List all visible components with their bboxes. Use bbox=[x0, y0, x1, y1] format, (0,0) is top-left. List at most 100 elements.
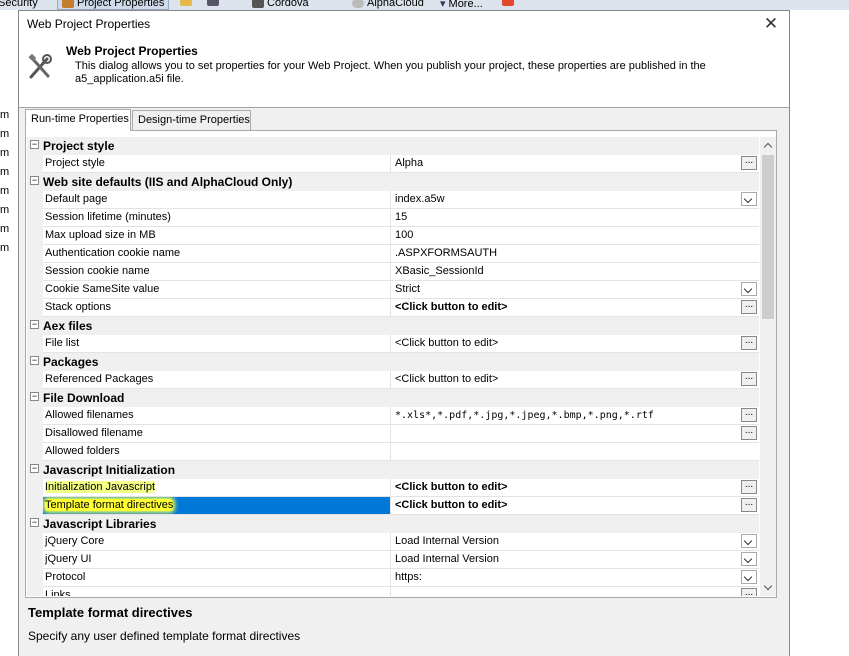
dropdown-chevron-icon[interactable] bbox=[741, 552, 757, 566]
property-row[interactable]: Allowed folders bbox=[27, 443, 759, 461]
property-name[interactable]: File list bbox=[43, 335, 391, 352]
property-name[interactable]: Initialization Javascript bbox=[43, 479, 391, 496]
category-row[interactable]: − File Download bbox=[27, 389, 759, 407]
ellipsis-edit-button[interactable]: ... bbox=[741, 372, 757, 386]
collapse-icon[interactable]: − bbox=[30, 392, 39, 401]
collapse-icon[interactable]: − bbox=[30, 140, 39, 149]
collapse-icon[interactable]: − bbox=[30, 464, 39, 473]
property-value[interactable]: <Click button to edit> bbox=[393, 335, 759, 352]
property-name[interactable]: Default page bbox=[43, 191, 391, 208]
property-value[interactable]: <Click button to edit> bbox=[393, 497, 759, 514]
ellipsis-edit-button[interactable]: ... bbox=[741, 480, 757, 494]
property-value[interactable]: https: bbox=[393, 569, 759, 586]
property-name[interactable]: Referenced Packages bbox=[43, 371, 391, 388]
dropdown-chevron-icon[interactable] bbox=[741, 192, 757, 206]
property-name[interactable]: Allowed filenames bbox=[43, 407, 391, 424]
category-row[interactable]: − Project style bbox=[27, 137, 759, 155]
scroll-thumb[interactable] bbox=[762, 155, 774, 319]
dropdown-chevron-icon[interactable] bbox=[741, 534, 757, 548]
collapse-icon[interactable]: − bbox=[30, 320, 39, 329]
property-value[interactable]: .ASPXFORMSAUTH bbox=[393, 245, 759, 262]
category-row[interactable]: − Packages bbox=[27, 353, 759, 371]
property-value[interactable]: XBasic_SessionId bbox=[393, 263, 759, 280]
property-name[interactable]: Stack options bbox=[43, 299, 391, 316]
property-name[interactable]: jQuery Core bbox=[43, 533, 391, 550]
property-grid[interactable]: − Project style Project style Alpha... − Web … bbox=[27, 137, 759, 596]
property-name[interactable]: Template format directives bbox=[43, 497, 391, 514]
property-row[interactable]: File list <Click button to edit>... bbox=[27, 335, 759, 353]
ellipsis-edit-button[interactable]: ... bbox=[741, 336, 757, 350]
category-row[interactable]: − Web site defaults (IIS and AlphaCloud O… bbox=[27, 173, 759, 191]
property-row[interactable]: Max upload size in MB 100 bbox=[27, 227, 759, 245]
dropdown-chevron-icon[interactable] bbox=[741, 282, 757, 296]
cordova-button[interactable]: Cordova bbox=[252, 0, 309, 9]
property-name[interactable]: Max upload size in MB bbox=[43, 227, 391, 244]
vertical-scrollbar[interactable] bbox=[760, 137, 776, 596]
property-value[interactable]: *.xls*,*.pdf,*.jpg,*.jpeg,*.bmp,*.png,*.… bbox=[393, 407, 759, 424]
property-value[interactable]: <Click button to edit> bbox=[393, 479, 759, 496]
collapse-icon[interactable]: − bbox=[30, 176, 39, 185]
property-value[interactable]: Alpha bbox=[393, 155, 759, 172]
property-row[interactable]: Referenced Packages <Click button to edit… bbox=[27, 371, 759, 389]
property-name[interactable]: Cookie SameSite value bbox=[43, 281, 391, 298]
property-name[interactable]: jQuery UI bbox=[43, 551, 391, 568]
property-row[interactable]: jQuery UI Load Internal Version bbox=[27, 551, 759, 569]
property-name[interactable]: Session lifetime (minutes) bbox=[43, 209, 391, 226]
property-row[interactable]: Stack options <Click button to edit>... bbox=[27, 299, 759, 317]
property-name[interactable]: Session cookie name bbox=[43, 263, 391, 280]
scroll-up-icon[interactable] bbox=[760, 137, 776, 153]
tab-designtime-properties[interactable]: Design-time Properties bbox=[132, 110, 251, 130]
category-row[interactable]: − Javascript Libraries bbox=[27, 515, 759, 533]
property-name[interactable]: Links bbox=[43, 587, 391, 596]
category-row[interactable]: − Aex files bbox=[27, 317, 759, 335]
property-value[interactable]: index.a5w bbox=[393, 191, 759, 208]
category-row[interactable]: − Javascript Initialization bbox=[27, 461, 759, 479]
tab-runtime-properties[interactable]: Run-time Properties bbox=[25, 109, 131, 131]
property-value[interactable]: Load Internal Version bbox=[393, 533, 759, 550]
dropdown-chevron-icon[interactable] bbox=[741, 570, 757, 584]
ellipsis-edit-button[interactable]: ... bbox=[741, 498, 757, 512]
property-name[interactable]: Disallowed filename bbox=[43, 425, 391, 442]
property-value[interactable]: 100 bbox=[393, 227, 759, 244]
property-row[interactable]: Links... bbox=[27, 587, 759, 596]
property-row[interactable]: Allowed filenames *.xls*,*.pdf,*.jpg,*.jp… bbox=[27, 407, 759, 425]
alphacloud-button[interactable]: AlphaCloud bbox=[352, 0, 424, 9]
property-row[interactable]: Template format directives <Click button … bbox=[27, 497, 759, 515]
collapse-icon[interactable]: − bbox=[30, 356, 39, 365]
ellipsis-edit-button[interactable]: ... bbox=[741, 156, 757, 170]
property-row[interactable]: Initialization Javascript <Click button t… bbox=[27, 479, 759, 497]
property-row[interactable]: Protocol https: bbox=[27, 569, 759, 587]
property-name[interactable]: Protocol bbox=[43, 569, 391, 586]
printer-icon[interactable] bbox=[207, 0, 219, 6]
property-value[interactable]: <Click button to edit> bbox=[393, 371, 759, 388]
property-row[interactable]: Cookie SameSite value Strict bbox=[27, 281, 759, 299]
property-row[interactable]: Project style Alpha... bbox=[27, 155, 759, 173]
ellipsis-edit-button[interactable]: ... bbox=[741, 588, 757, 596]
property-value[interactable] bbox=[393, 425, 759, 442]
property-row[interactable]: jQuery Core Load Internal Version bbox=[27, 533, 759, 551]
scroll-down-icon[interactable] bbox=[760, 580, 776, 596]
property-row[interactable]: Default page index.a5w bbox=[27, 191, 759, 209]
property-value[interactable]: Load Internal Version bbox=[393, 551, 759, 568]
project-properties-tab[interactable]: Project Properties bbox=[57, 0, 170, 10]
folder-icon[interactable] bbox=[180, 0, 192, 6]
property-value[interactable] bbox=[393, 443, 759, 460]
property-row[interactable]: Session lifetime (minutes) 15 bbox=[27, 209, 759, 227]
property-row[interactable]: Authentication cookie name .ASPXFORMSAUTH bbox=[27, 245, 759, 263]
property-name[interactable]: Allowed folders bbox=[43, 443, 391, 460]
property-row[interactable]: Session cookie name XBasic_SessionId bbox=[27, 263, 759, 281]
alert-icon[interactable] bbox=[502, 0, 514, 6]
ellipsis-edit-button[interactable]: ... bbox=[741, 408, 757, 422]
property-name[interactable]: Authentication cookie name bbox=[43, 245, 391, 262]
security-tab[interactable]: Security bbox=[0, 0, 38, 9]
ellipsis-edit-button[interactable]: ... bbox=[741, 426, 757, 440]
property-value[interactable]: Strict bbox=[393, 281, 759, 298]
collapse-icon[interactable]: − bbox=[30, 518, 39, 527]
property-value[interactable] bbox=[393, 587, 759, 596]
ellipsis-edit-button[interactable]: ... bbox=[741, 300, 757, 314]
property-name[interactable]: Project style bbox=[43, 155, 391, 172]
property-value[interactable]: 15 bbox=[393, 209, 759, 226]
property-value[interactable]: <Click button to edit> bbox=[393, 299, 759, 316]
property-row[interactable]: Disallowed filename... bbox=[27, 425, 759, 443]
close-icon[interactable]: ✕ bbox=[761, 14, 781, 34]
